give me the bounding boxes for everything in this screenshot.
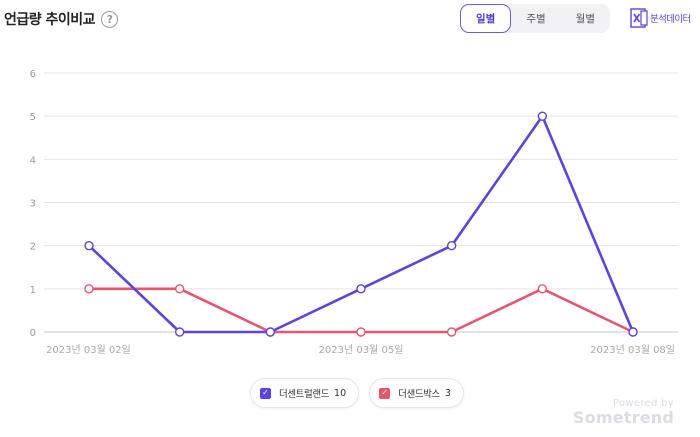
data-point: [356, 327, 366, 337]
y-tick-label: 2: [30, 242, 36, 253]
x-tick-label: 2023년 03월 08일: [590, 344, 675, 356]
axis-labels: 0 1 2 3 4 5 6 2023년 03월 02일 2023년 03월 05일 2023년 0…: [30, 69, 675, 356]
y-tick-label: 0: [30, 328, 36, 339]
data-point: [446, 240, 457, 251]
checkbox-checked-icon: ✓: [260, 387, 271, 399]
y-tick-label: 4: [30, 155, 36, 166]
line-chart: 0 1 2 3 4 5 6 2023년 03월 02일 2023년 03월 05일 2023년 0…: [30, 69, 678, 356]
y-tick-label: 6: [30, 69, 36, 80]
legend-series-total: 10: [334, 387, 347, 399]
data-point: [537, 284, 548, 294]
chart-legend: ✓ 더센트럴랜드 10 ✓ 더샌드박스 3: [250, 378, 464, 408]
data-point: [628, 327, 638, 337]
legend-series-name: 더샌드박스: [398, 389, 440, 400]
legend-item-series-2[interactable]: ✓ 더샌드박스 3: [369, 378, 464, 408]
checkbox-checked-icon: ✓: [379, 387, 391, 399]
legend-series-name: 더센트럴랜드: [279, 389, 330, 400]
data-point: [84, 240, 94, 251]
series-lines: [87, 114, 635, 334]
y-tick-label: 1: [30, 285, 36, 296]
data-point: [446, 327, 457, 337]
powered-by-logo: Powered by Sometrend: [573, 398, 674, 427]
data-point: [356, 284, 366, 294]
data-point: [84, 284, 94, 294]
series-line-2: [87, 287, 635, 334]
data-point: [174, 327, 185, 337]
y-tick-label: 3: [30, 199, 36, 210]
series-line-1: [87, 114, 635, 334]
data-point: [265, 327, 276, 337]
x-tick-label: 2023년 03월 02일: [46, 344, 131, 356]
data-point: [174, 284, 185, 294]
legend-item-series-1[interactable]: ✓ 더센트럴랜드 10: [250, 378, 360, 408]
x-tick-label: 2023년 03월 05일: [319, 344, 404, 356]
brand-logo-text: Sometrend: [572, 408, 674, 427]
y-tick-label: 5: [30, 112, 36, 123]
legend-series-total: 3: [444, 387, 451, 399]
data-point: [537, 111, 548, 121]
